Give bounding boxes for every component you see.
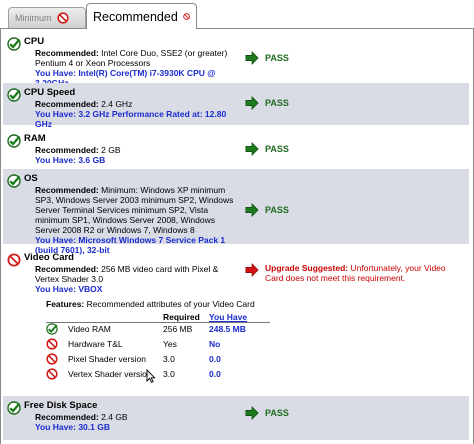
recommended-label: Recommended: [35,48,99,58]
requirement-details: Recommended: Intel Core Duo, SSE2 (or gr… [35,48,241,88]
arrow-right-icon [245,263,259,277]
arrow-right-icon [245,142,259,156]
requirement-details: Recommended: Minimum: Windows XP minimum… [35,185,241,255]
requirement-details: Recommended: 256 MB video card with Pixe… [35,264,241,294]
you-have-label: You Have: [35,422,76,432]
column-header-required: Required [163,312,200,322]
you-have-label: You Have: [35,284,76,294]
table-row: Vertex Shader version 3.0 0.0 [46,368,276,382]
requirement-row-cpu-speed: CPU Speed Recommended: 2.4 GHz You Have:… [3,83,469,129]
table-row: Pixel Shader version 3.0 0.0 [46,353,276,367]
fail-icon [7,253,21,267]
fail-icon [183,10,190,23]
feature-you-have: 0.0 [209,369,221,379]
requirement-row-free-disk-space: Free Disk Space Recommended: 2.4 GB You … [3,396,469,440]
you-have-value: 30.1 GB [78,422,110,432]
feature-required: Yes [163,339,177,349]
table-row: Hardware T&L Yes No [46,338,276,352]
pass-label: PASS [265,408,289,418]
requirement-title: OS [24,173,38,184]
arrow-right-icon [245,406,259,420]
requirement-title: Free Disk Space [24,400,98,411]
column-header-you-have: You Have [209,312,248,322]
feature-name: Pixel Shader version [68,354,146,364]
features-heading-label: Features: [46,299,85,309]
check-icon [7,88,21,102]
you-have-label: You Have: [35,235,76,245]
pass-label: PASS [265,205,289,215]
tab-bar: Minimum Recommended [0,0,474,29]
pass-label: PASS [265,144,289,154]
requirement-title: CPU Speed [24,87,76,98]
mouse-cursor-icon [146,369,156,383]
result-pass: PASS [245,51,289,65]
arrow-right-icon [245,96,259,110]
arrow-right-icon [245,203,259,217]
requirement-row-os: OS Recommended: Minimum: Windows XP mini… [3,169,469,255]
requirement-details: Recommended: 2 GB You Have: 3.6 GB [35,145,241,165]
feature-required: 3.0 [163,369,175,379]
result-pass: PASS [245,96,289,110]
recommended-value: 2.4 GHz [101,99,133,109]
upgrade-message: Upgrade Suggested: Unfortunately, your V… [265,263,465,283]
upgrade-label: Upgrade Suggested: [265,263,349,273]
arrow-right-icon [245,51,259,65]
check-icon [7,37,21,51]
pass-label: PASS [265,98,289,108]
feature-required: 256 MB [163,324,193,334]
you-have-value: 3.6 GB [78,155,106,165]
feature-you-have: 248.5 MB [209,324,246,334]
requirement-title: Video Card [24,252,74,263]
feature-you-have: No [209,339,221,349]
requirement-title: CPU [24,36,45,47]
feature-name: Hardware T&L [68,339,123,349]
check-icon [7,174,21,188]
check-icon [46,323,58,335]
fail-icon [57,12,69,24]
check-icon [7,401,21,415]
features-heading-text: Recommended attributes of your Video Car… [86,299,255,309]
feature-name: Video RAM [68,324,111,334]
recommended-label: Recommended: [35,99,99,109]
recommended-label: Recommended: [35,185,99,195]
requirement-details: Recommended: 2.4 GB You Have: 30.1 GB [35,412,241,432]
result-pass: PASS [245,142,289,156]
requirement-row-cpu: CPU Recommended: Intel Core Duo, SSE2 (o… [3,32,469,88]
result-upgrade-suggested: Upgrade Suggested: Unfortunately, your V… [245,263,465,283]
table-row: Video RAM 256 MB 248.5 MB [46,323,276,337]
requirement-title: RAM [24,133,46,144]
feature-name: Vertex Shader version [68,369,152,379]
tab-minimum-label: Minimum [15,13,52,23]
recommended-value: 2 GB [101,145,121,155]
you-have-value: VBOX [78,284,103,294]
result-pass: PASS [245,203,289,217]
feature-required: 3.0 [163,354,175,364]
tab-recommended-label: Recommended [93,9,178,24]
fail-icon [46,353,58,365]
check-icon [7,134,21,148]
you-have-label: You Have: [35,68,76,78]
tab-minimum[interactable]: Minimum [8,7,86,28]
tab-recommended[interactable]: Recommended [86,3,197,29]
recommended-value: 2.4 GB [101,412,128,422]
features-heading: Features: Recommended attributes of your… [46,299,255,309]
fail-icon [46,368,58,380]
fail-icon [46,338,58,350]
requirement-row-video-card: Video Card Recommended: 256 MB video car… [3,248,469,294]
result-pass: PASS [245,406,289,420]
requirement-details: Recommended: 2.4 GHz You Have: 3.2 GHz P… [35,99,241,129]
feature-you-have: 0.0 [209,354,221,364]
recommended-label: Recommended: [35,145,99,155]
requirement-row-ram: RAM Recommended: 2 GB You Have: 3.6 GB P… [3,129,469,165]
recommended-label: Recommended: [35,412,99,422]
you-have-label: You Have: [35,109,76,119]
you-have-label: You Have: [35,155,76,165]
recommended-label: Recommended: [35,264,99,274]
pass-label: PASS [265,53,289,63]
